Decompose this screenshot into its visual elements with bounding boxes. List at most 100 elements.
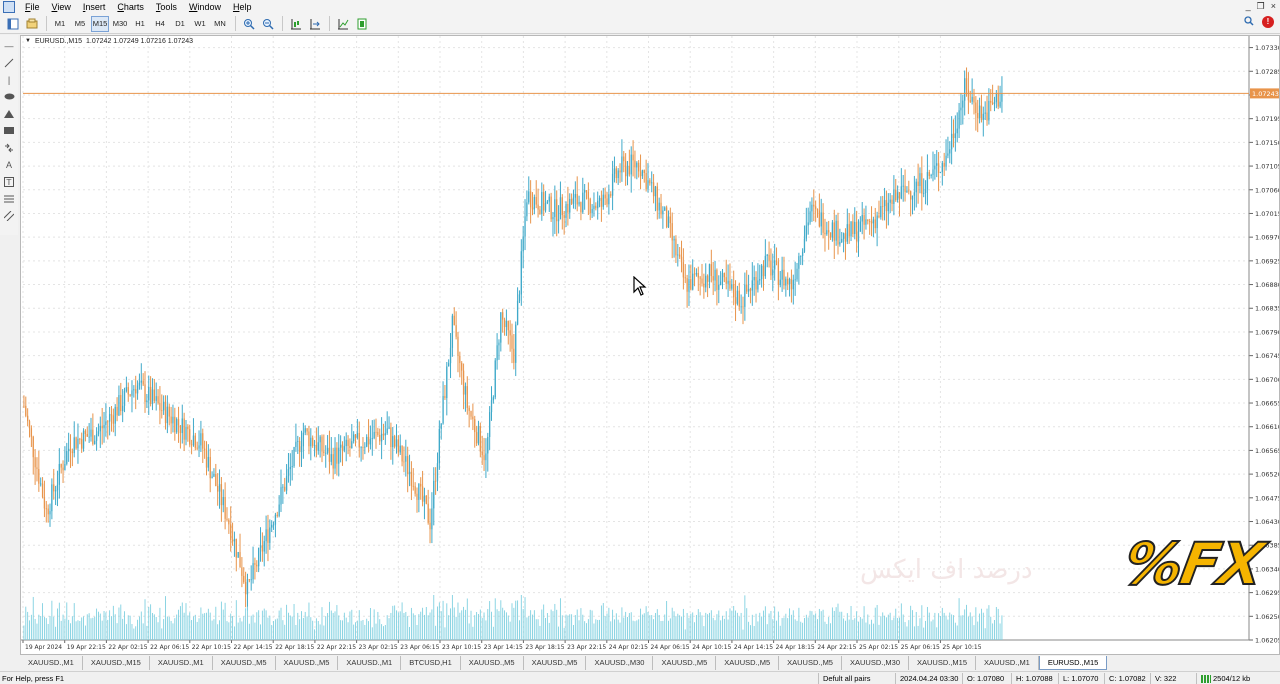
timeframe-m15[interactable]: M15 — [91, 15, 109, 32]
chart-window[interactable]: 1.073301.072851.072401.071951.071501.071… — [20, 35, 1280, 655]
candle-body — [325, 452, 327, 454]
candle-body — [941, 162, 943, 173]
auto-scroll-icon[interactable] — [306, 16, 323, 32]
menu-file[interactable]: File — [19, 0, 46, 14]
vertical-line-icon[interactable]: | — [3, 73, 15, 86]
menu-tools[interactable]: Tools — [150, 0, 183, 14]
timeframe-mn[interactable]: MN — [211, 16, 229, 32]
chart-tab[interactable]: EURUSD.,M15 — [1038, 656, 1108, 670]
timeframe-h1[interactable]: H1 — [131, 16, 149, 32]
candle-body — [857, 231, 860, 242]
menu-charts[interactable]: Charts — [111, 0, 150, 14]
candle-body — [477, 426, 480, 444]
candle-body — [429, 522, 431, 530]
chart-menu-icon[interactable]: ▼ — [25, 38, 31, 45]
notification-icon[interactable]: ! — [1262, 16, 1274, 28]
candle-body — [682, 262, 685, 278]
price-chart[interactable]: 1.073301.072851.072401.071951.071501.071… — [21, 36, 1279, 654]
candle-body — [937, 163, 940, 173]
candle-body — [349, 445, 351, 449]
candle-body — [291, 466, 293, 468]
chart-tab[interactable]: XAUUSD.,M5 — [653, 656, 717, 670]
x-tick-label: 25 Apr 10:15 — [942, 644, 981, 651]
indicators-icon[interactable] — [334, 16, 351, 32]
chart-tab[interactable]: XAUUSD.,M5 — [461, 656, 524, 670]
candle-body — [848, 224, 850, 237]
search-icon[interactable] — [1244, 16, 1254, 28]
chart-tab[interactable]: XAUUSD.,M15 — [909, 656, 977, 670]
candle-body — [45, 508, 47, 510]
candle-body — [734, 297, 737, 304]
chart-tab[interactable]: XAUUSD.,M30 — [586, 656, 654, 670]
fibonacci-icon[interactable] — [3, 192, 15, 205]
candle-body — [759, 279, 761, 281]
chart-tab[interactable]: XAUUSD.,M5 — [716, 656, 780, 670]
ellipse-icon[interactable] — [3, 90, 15, 103]
timeframe-m5[interactable]: M5 — [71, 16, 89, 32]
timeframe-h4[interactable]: H4 — [151, 16, 169, 32]
candle-body — [604, 194, 606, 199]
y-tick-label: 1.06610 — [1255, 423, 1279, 431]
chart-tab[interactable]: XAUUSD.,M5 — [524, 656, 587, 670]
chart-tab[interactable]: XAUUSD.,M5 — [213, 656, 276, 670]
candle-body — [263, 541, 265, 552]
chart-tab[interactable]: XAUUSD.,M1 — [976, 656, 1039, 670]
candle-body — [127, 387, 129, 395]
chart-tab[interactable]: XAUUSD.,M5 — [276, 656, 339, 670]
minimize-button[interactable]: _ — [1246, 1, 1251, 12]
restore-button[interactable]: ❐ — [1257, 1, 1265, 12]
chart-tab[interactable]: XAUUSD.,M15 — [83, 656, 150, 670]
candle-body — [36, 467, 38, 470]
candle-body — [315, 444, 318, 451]
close-button[interactable]: × — [1271, 1, 1276, 12]
x-tick-label: 22 Apr 18:15 — [275, 644, 314, 651]
crosshair-line-icon[interactable]: — — [3, 39, 15, 52]
menu-view[interactable]: View — [46, 0, 77, 14]
arrows-icon[interactable] — [3, 141, 15, 154]
candle-body — [77, 438, 79, 449]
chart-tab[interactable]: XAUUSD.,M5 — [779, 656, 842, 670]
chart-tab[interactable]: XAUUSD.,M1 — [20, 656, 83, 670]
candle-body — [649, 180, 651, 184]
candle-body — [770, 260, 772, 276]
timeframe-m30[interactable]: M30 — [111, 16, 129, 32]
profiles-icon[interactable] — [23, 16, 40, 32]
triangle-icon[interactable] — [3, 107, 15, 120]
menu-insert[interactable]: Insert — [77, 0, 112, 14]
chart-shift-icon[interactable] — [287, 16, 304, 32]
candle-body — [518, 294, 521, 301]
candle-body — [680, 256, 683, 263]
chart-tab[interactable]: XAUUSD.,M1 — [338, 656, 402, 670]
trend-line-icon[interactable] — [3, 56, 15, 69]
candle-body — [414, 486, 416, 494]
candle-body — [149, 386, 152, 404]
text-label-icon[interactable]: T — [3, 175, 15, 188]
timeframe-w1[interactable]: W1 — [191, 16, 209, 32]
x-tick-label: 24 Apr 02:15 — [609, 644, 648, 651]
channel-icon[interactable] — [3, 209, 15, 222]
menu-help[interactable]: Help — [227, 0, 258, 14]
candle-body — [792, 279, 794, 290]
candle-body — [241, 567, 243, 576]
candle-body — [509, 330, 511, 336]
new-chart-icon[interactable] — [4, 16, 21, 32]
timeframe-d1[interactable]: D1 — [171, 16, 189, 32]
candle-body — [112, 415, 115, 424]
templates-icon[interactable] — [353, 16, 370, 32]
candle-body — [418, 483, 420, 500]
text-icon[interactable]: A — [3, 158, 15, 171]
candle-body — [125, 387, 128, 391]
rectangle-icon[interactable] — [3, 124, 15, 137]
timeframe-m1[interactable]: M1 — [51, 16, 69, 32]
zoom-in-icon[interactable] — [240, 16, 257, 32]
candle-body — [218, 484, 221, 492]
candle-body — [896, 192, 899, 201]
candle-body — [652, 182, 655, 197]
candle-body — [919, 173, 921, 186]
chart-tab[interactable]: XAUUSD.,M30 — [842, 656, 909, 670]
candle-body — [367, 436, 370, 445]
chart-tab[interactable]: BTCUSD,H1 — [401, 656, 461, 670]
menu-window[interactable]: Window — [183, 0, 227, 14]
chart-tab[interactable]: XAUUSD.,M1 — [150, 656, 213, 670]
zoom-out-icon[interactable] — [259, 16, 276, 32]
